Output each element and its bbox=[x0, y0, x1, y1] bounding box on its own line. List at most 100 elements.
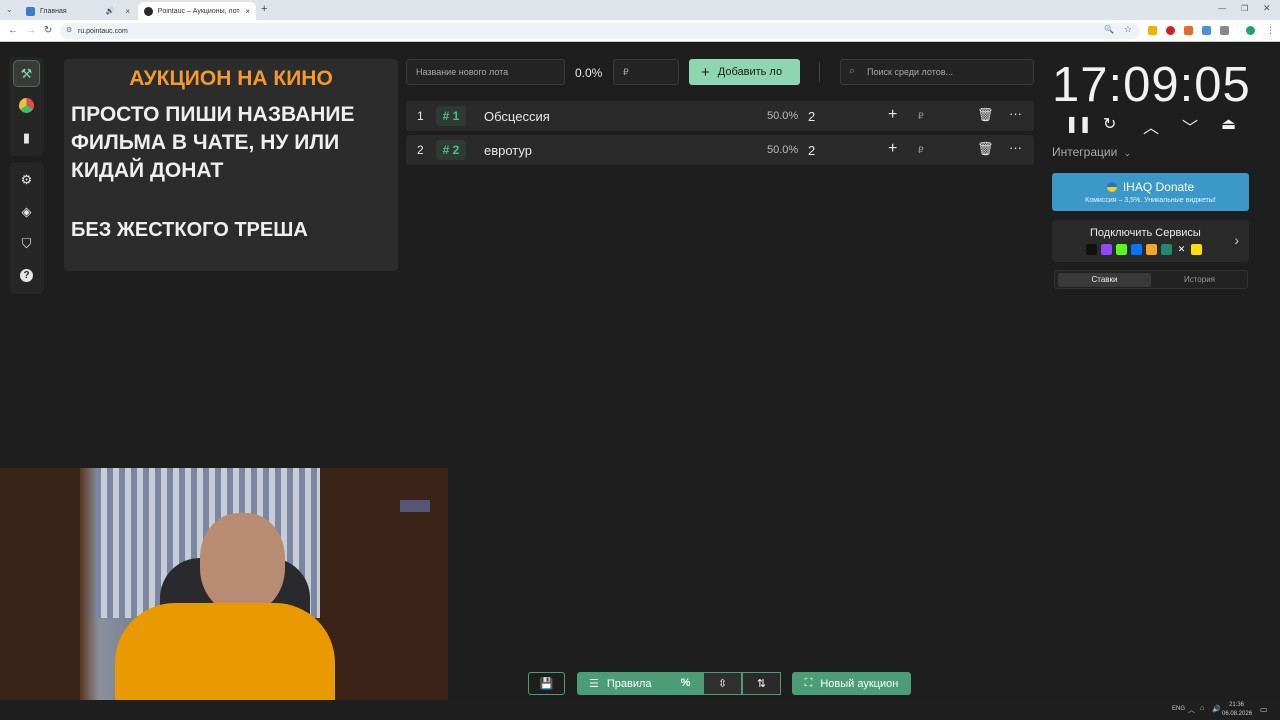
tab-pointauc[interactable]: Pointauc – Аукционы, лотере… × bbox=[138, 2, 256, 20]
save-icon: 💾 bbox=[539, 678, 554, 690]
lot-amount: 2 bbox=[808, 143, 816, 158]
os-taskbar: ENG ︿ ⌂ 🔊 21:36 06.08.2026 ▭ bbox=[0, 700, 1280, 720]
minimize-icon[interactable]: — bbox=[1218, 4, 1226, 13]
chevron-up-icon[interactable]: ︿ bbox=[1143, 114, 1159, 138]
lot-name[interactable]: Обсцессия bbox=[484, 109, 550, 124]
new-lot-amount-input[interactable]: ₽ bbox=[613, 59, 679, 85]
zoom-icon[interactable]: 🔍 bbox=[1104, 25, 1114, 34]
reload-icon[interactable]: ↻ bbox=[44, 25, 52, 36]
profile-avatar-icon[interactable] bbox=[1246, 26, 1255, 35]
sidebar-item-security[interactable]: ⛉ bbox=[13, 230, 40, 257]
lot-index: 1 bbox=[417, 109, 424, 123]
gear-icon: ⚙ bbox=[20, 171, 33, 187]
new-auction-icon: ⛶ bbox=[804, 677, 813, 689]
close-icon[interactable]: × bbox=[245, 7, 250, 16]
extension-icon[interactable] bbox=[1148, 26, 1157, 35]
more-icon[interactable]: ··· bbox=[1009, 106, 1022, 121]
trash-icon[interactable]: 🗑 bbox=[977, 141, 994, 157]
sidebar-item-wheel[interactable] bbox=[13, 92, 40, 119]
eject-icon[interactable]: ⏏ bbox=[1221, 114, 1236, 134]
card-note: БЕЗ ЖЕСТКОГО ТРЕША bbox=[71, 219, 308, 241]
speaker-icon[interactable]: 🔊 bbox=[106, 7, 115, 15]
tab-home-label: Главная bbox=[40, 7, 67, 15]
notifications-icon[interactable]: ▭ bbox=[1260, 705, 1268, 714]
lot-add-amount-input[interactable]: ₽ bbox=[918, 111, 924, 122]
lot-name[interactable]: евротур bbox=[484, 143, 532, 158]
browser-tab-bar: ⌄ Главная 🔊 × Pointauc – Аукционы, лотер… bbox=[0, 0, 1280, 20]
clock-date: 06.08.2026 bbox=[1222, 711, 1253, 717]
pause-icon[interactable]: ❚❚ bbox=[1065, 114, 1092, 134]
trash-icon[interactable]: 🗑 bbox=[977, 107, 994, 123]
rules-label: Правила bbox=[606, 677, 652, 690]
integrations-label: Интеграции bbox=[1052, 145, 1118, 159]
sidebar-item-stats[interactable]: ▮ bbox=[13, 124, 40, 151]
card-title: АУКЦИОН НА КИНО bbox=[129, 67, 333, 90]
extension-icon[interactable] bbox=[1184, 26, 1193, 35]
network-icon[interactable]: ⌂ bbox=[1200, 705, 1204, 712]
window-close-icon[interactable]: ✕ bbox=[1263, 3, 1271, 14]
volume-icon[interactable]: 🔊 bbox=[1212, 705, 1221, 713]
lot-index: 2 bbox=[417, 143, 424, 157]
new-auction-label: Новый аукцион bbox=[820, 677, 899, 690]
percent-icon: % bbox=[680, 677, 691, 689]
compress-toggle[interactable]: ⇳ bbox=[703, 672, 742, 695]
add-lot-button[interactable]: + Добавить ло bbox=[689, 59, 800, 85]
help-icon: ? bbox=[20, 269, 33, 282]
site-info-icon[interactable]: ⚙ bbox=[66, 26, 72, 34]
bookmark-star-icon[interactable]: ☆ bbox=[1124, 24, 1132, 35]
maximize-icon[interactable]: ❐ bbox=[1241, 4, 1248, 13]
back-icon[interactable]: ← bbox=[8, 25, 18, 36]
tab-bets[interactable]: Ставки bbox=[1058, 273, 1151, 287]
search-input[interactable]: ⌕ Поиск среди лотов... bbox=[840, 59, 1034, 85]
integrations-dropdown[interactable]: Интеграции ⌄ bbox=[1052, 145, 1131, 159]
vk-icon bbox=[1131, 244, 1142, 255]
save-button[interactable]: 💾 bbox=[528, 672, 565, 695]
sidebar-item-auction[interactable]: ⚒ bbox=[13, 60, 40, 87]
new-lot-percent: 0.0% bbox=[575, 66, 603, 80]
rules-button[interactable]: ☰ Правила bbox=[577, 672, 668, 695]
tab-pointauc-label: Pointauc – Аукционы, лотере… bbox=[157, 7, 241, 15]
tab-home[interactable]: Главная 🔊 × bbox=[20, 2, 136, 20]
person-head bbox=[200, 513, 285, 613]
donate-banner[interactable]: IHAQ Donate Комиссия – 3,5%. Уникальные … bbox=[1052, 173, 1249, 211]
percent-toggle[interactable]: % bbox=[668, 672, 703, 695]
extension-icon[interactable] bbox=[1166, 26, 1175, 35]
services-title: Подключить Сервисы bbox=[1090, 227, 1201, 239]
close-icon[interactable]: × bbox=[125, 7, 130, 16]
extension-icon[interactable] bbox=[1202, 26, 1211, 35]
url-text: ru.pointauc.com bbox=[78, 27, 128, 35]
sort-toggle[interactable]: ⇅ bbox=[742, 672, 781, 695]
tab-menu-icon[interactable]: ⌄ bbox=[6, 5, 13, 14]
tab-history[interactable]: История bbox=[1153, 273, 1246, 287]
plus-icon[interactable]: + bbox=[888, 140, 897, 158]
new-lot-placeholder: Название нового лота bbox=[416, 67, 509, 77]
lot-row[interactable]: 1 # 1 Обсцессия 50.0% 2 + ₽ 🗑 ··· bbox=[406, 101, 1034, 131]
lot-row[interactable]: 2 # 2 евротур 50.0% 2 + ₽ 🗑 ··· bbox=[406, 135, 1034, 165]
new-tab-icon[interactable]: + bbox=[261, 3, 267, 15]
amount-placeholder: ₽ bbox=[623, 66, 629, 77]
auction-timer: 17:09:05 bbox=[1052, 58, 1251, 112]
language-indicator[interactable]: ENG bbox=[1172, 706, 1185, 712]
sidebar-item-layers[interactable]: ◈ bbox=[13, 198, 40, 225]
lot-add-amount-input[interactable]: ₽ bbox=[918, 145, 924, 156]
chevron-down-icon: ⌄ bbox=[1123, 148, 1132, 158]
url-field[interactable]: ⚙ ru.pointauc.com 🔍 ☆ bbox=[60, 23, 1140, 39]
restart-icon[interactable]: ↻ bbox=[1103, 114, 1116, 134]
add-lot-label: Добавить ло bbox=[717, 66, 783, 78]
lot-badge: # 1 bbox=[436, 106, 466, 126]
sidebar-item-settings[interactable]: ⚙ bbox=[13, 166, 40, 193]
new-lot-input[interactable]: Название нового лота bbox=[406, 59, 565, 85]
more-icon[interactable]: ··· bbox=[1009, 140, 1022, 155]
card-body: ПРОСТО ПИШИ НАЗВАНИЕ ФИЛЬМА В ЧАТЕ, НУ И… bbox=[71, 103, 355, 182]
browser-menu-icon[interactable]: ⋮ bbox=[1266, 25, 1275, 36]
chevron-down-icon[interactable]: ﹀ bbox=[1182, 114, 1198, 138]
sidebar-item-help[interactable]: ? bbox=[13, 262, 40, 289]
connect-services-panel[interactable]: Подключить Сервисы ✕ › bbox=[1052, 220, 1249, 262]
new-auction-button[interactable]: ⛶ Новый аукцион bbox=[792, 672, 911, 695]
plus-icon: + bbox=[701, 63, 710, 81]
tray-chevron-icon[interactable]: ︿ bbox=[1188, 705, 1195, 715]
extensions-puzzle-icon[interactable] bbox=[1220, 26, 1229, 35]
forward-icon[interactable]: → bbox=[26, 25, 36, 36]
gavel-icon: ⚒ bbox=[20, 65, 33, 81]
plus-icon[interactable]: + bbox=[888, 106, 897, 124]
